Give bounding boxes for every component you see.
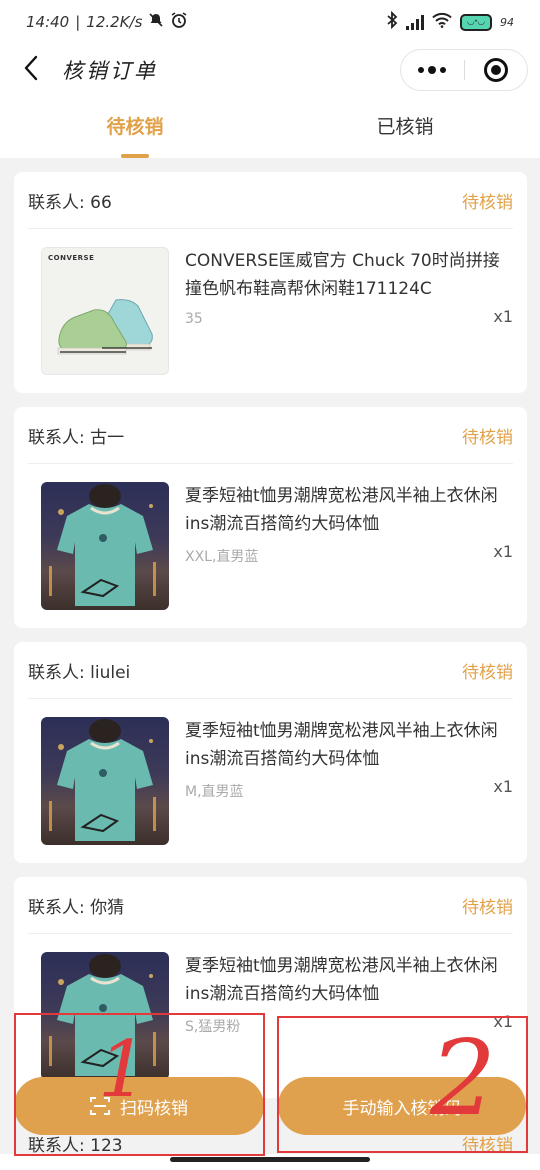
- tshirt-product-image: [41, 482, 169, 610]
- status-right: ◡·◡ 94: [386, 10, 514, 33]
- status-left: 14:40 | 12.2K/s: [26, 11, 188, 33]
- battery-percent: 94: [500, 15, 514, 29]
- tab-pending-label: 待核销: [106, 115, 164, 138]
- order-status: 待核销: [462, 897, 513, 918]
- order-contact: 联系人: 66: [28, 192, 112, 213]
- order-contact: 联系人: 你猜: [28, 897, 125, 918]
- product-title: 夏季短袖t恤男潮牌宽松港风半袖上衣休闲ins潮流百搭简约大码体恤: [185, 486, 498, 534]
- order-list: 联系人: 66 待核销 CONVERSE CONVERSE匡威官方 Chuck …: [14, 172, 527, 1112]
- order-tabs: 待核销 已核销: [0, 96, 540, 158]
- annotation-number-2: 2: [430, 1017, 497, 1139]
- order-status: 待核销: [462, 427, 513, 448]
- alarm-icon: [170, 11, 188, 33]
- order-card-header: 联系人: 你猜 待核销: [28, 877, 513, 934]
- more-button[interactable]: [401, 50, 464, 90]
- order-card[interactable]: 联系人: liulei 待核销 夏季短袖t恤男潮牌宽松港风半袖上衣休闲ins潮流…: [14, 642, 527, 863]
- page-title: 核销订单: [62, 59, 158, 83]
- active-tab-indicator: [121, 154, 149, 158]
- product-title: CONVERSE匡威官方 Chuck 70时尚拼接撞色帆布鞋高帮休闲鞋17112…: [185, 251, 500, 299]
- order-item: CONVERSE CONVERSE匡威官方 Chuck 70时尚拼接撞色帆布鞋高…: [28, 229, 513, 389]
- tab-verified-label: 已核销: [376, 115, 434, 138]
- order-status: 待核销: [462, 662, 513, 683]
- close-mini-program-button[interactable]: [465, 50, 528, 90]
- product-sku: 35: [185, 311, 203, 327]
- order-item-info: 夏季短袖t恤男潮牌宽松港风半袖上衣休闲ins潮流百搭简约大码体恤 XXL,直男蓝: [185, 482, 513, 624]
- order-card-header: 联系人: liulei 待核销: [28, 642, 513, 699]
- product-sku: M,直男蓝: [185, 784, 244, 800]
- product-sku: XXL,直男蓝: [185, 549, 259, 565]
- wifi-icon: [432, 12, 452, 32]
- network-speed: 12.2K/s: [86, 13, 143, 31]
- order-item: 夏季短袖t恤男潮牌宽松港风半袖上衣休闲ins潮流百搭简约大码体恤 M,直男蓝 x…: [28, 699, 513, 859]
- mute-icon: [148, 12, 164, 32]
- product-quantity: x1: [493, 777, 513, 796]
- annotation-number-1: 1: [98, 1025, 148, 1115]
- status-bar: 14:40 | 12.2K/s ◡·◡ 94: [0, 0, 540, 44]
- order-card[interactable]: 联系人: 66 待核销 CONVERSE CONVERSE匡威官方 Chuck …: [14, 172, 527, 393]
- product-title: 夏季短袖t恤男潮牌宽松港风半袖上衣休闲ins潮流百搭简约大码体恤: [185, 721, 498, 769]
- product-title: 夏季短袖t恤男潮牌宽松港风半袖上衣休闲ins潮流百搭简约大码体恤: [185, 956, 498, 1004]
- order-card-header: 联系人: 66 待核销: [28, 172, 513, 229]
- product-quantity: x1: [493, 307, 513, 326]
- status-divider: |: [75, 13, 81, 31]
- tab-verified[interactable]: 已核销: [270, 96, 540, 158]
- sneaker-product-image: CONVERSE: [41, 247, 169, 375]
- home-indicator[interactable]: [170, 1157, 370, 1162]
- order-item-info: CONVERSE匡威官方 Chuck 70时尚拼接撞色帆布鞋高帮休闲鞋17112…: [185, 247, 513, 389]
- status-time: 14:40: [26, 13, 70, 31]
- order-status: 待核销: [462, 192, 513, 213]
- order-contact: 联系人: liulei: [28, 662, 131, 683]
- tab-pending[interactable]: 待核销: [0, 96, 270, 158]
- tshirt-product-image: [41, 717, 169, 845]
- order-card[interactable]: 联系人: 古一 待核销 夏季短袖t恤男潮牌宽松港风半袖上衣休闲ins潮流百搭简约…: [14, 407, 527, 628]
- order-item-info: 夏季短袖t恤男潮牌宽松港风半袖上衣休闲ins潮流百搭简约大码体恤 M,直男蓝: [185, 717, 513, 859]
- order-item: 夏季短袖t恤男潮牌宽松港风半袖上衣休闲ins潮流百搭简约大码体恤 XXL,直男蓝…: [28, 464, 513, 624]
- battery-icon: ◡·◡: [460, 13, 492, 31]
- mini-program-capsule: [400, 49, 528, 91]
- signal-icon: [406, 14, 424, 30]
- order-contact: 联系人: 古一: [28, 427, 125, 448]
- back-button[interactable]: [6, 44, 56, 96]
- target-icon: [483, 58, 508, 82]
- chevron-left-icon: [23, 55, 39, 85]
- nav-bar: 核销订单: [0, 44, 540, 96]
- product-quantity: x1: [493, 542, 513, 561]
- bluetooth-icon: [386, 10, 398, 33]
- order-card-header: 联系人: 古一 待核销: [28, 407, 513, 464]
